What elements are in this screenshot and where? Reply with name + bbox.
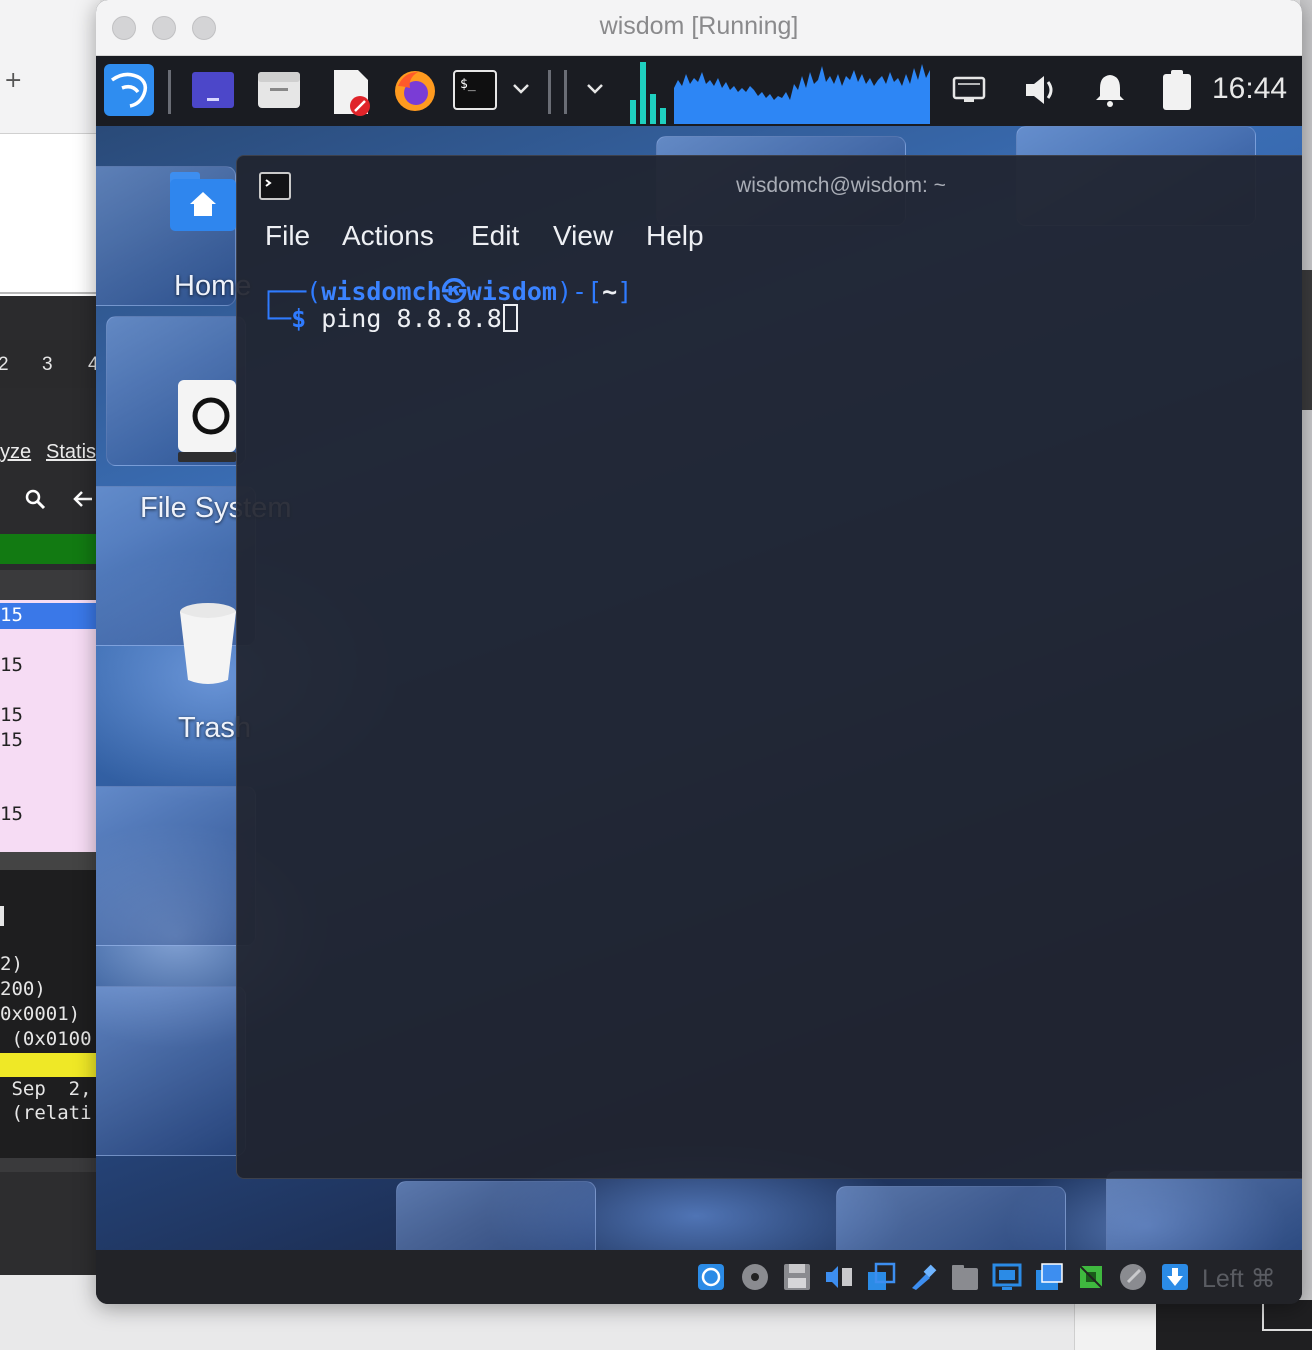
optical-disk-icon[interactable] — [740, 1262, 770, 1292]
wireshark-toolbar — [0, 478, 100, 520]
network-adapters-icon[interactable] — [866, 1262, 896, 1292]
file-manager-icon[interactable] — [256, 68, 302, 112]
wallpaper-key — [396, 1181, 596, 1250]
browser-tab-strip — [0, 0, 100, 134]
prompt-line-2[interactable]: └─$ ping 8.8.8.8 — [261, 304, 518, 333]
panel-separator — [564, 70, 567, 114]
prompt-line-1: ┌──(wisdomch㉿wisdom)-[~] — [261, 272, 632, 308]
text-cursor — [502, 304, 518, 332]
notification-bell-icon[interactable] — [1094, 72, 1126, 108]
prompt-frame: ] — [617, 277, 633, 306]
terminal-title: wisdomch@wisdom: ~ — [736, 174, 946, 197]
hard-disk-icon[interactable] — [696, 1262, 726, 1292]
detail-line: (0x0100 — [0, 1028, 92, 1050]
workspace-icon[interactable] — [190, 68, 236, 112]
display-filter-bar[interactable] — [0, 534, 100, 564]
cpu-icon[interactable] — [1076, 1262, 1106, 1292]
packet-bytes-pane — [0, 1158, 100, 1275]
home-folder-icon[interactable] — [168, 170, 238, 234]
packet-row[interactable]: 15 — [0, 654, 23, 676]
detail-line: 0x0001) — [0, 1003, 81, 1025]
kali-top-panel: $_ 16:44 — [96, 56, 1302, 126]
detail-line: 200) — [0, 978, 46, 1000]
virtualbox-vm-window[interactable]: wisdom [Running] Home File System Trash … — [96, 0, 1302, 1304]
svg-text:$_: $_ — [460, 77, 476, 92]
host-key-label: Left ⌘ — [1202, 1265, 1276, 1293]
prompt-host: wisdom — [466, 277, 557, 306]
screen: + 2 3 4 yze Statis 15 15 15 15 15 2) 200… — [0, 0, 1312, 1350]
menu-help[interactable]: Help — [646, 220, 704, 252]
usb-icon[interactable] — [908, 1262, 938, 1292]
wallpaper-key — [96, 986, 246, 1156]
tree-marker — [0, 906, 4, 926]
menu-statistics[interactable]: Statis — [46, 441, 96, 464]
prompt-frame: )-[ — [556, 277, 603, 306]
wallpaper-key — [1106, 1171, 1302, 1250]
panel-separator — [548, 70, 551, 114]
packet-list-header — [0, 570, 100, 600]
panel-clock[interactable]: 16:44 — [1212, 72, 1287, 106]
chevron-down-icon[interactable] — [586, 82, 604, 96]
terminal-icon[interactable]: $_ — [452, 68, 498, 112]
chevron-down-icon[interactable] — [512, 82, 530, 96]
text-editor-icon[interactable] — [328, 68, 374, 116]
drive-icon[interactable] — [176, 378, 238, 466]
detail-line: Sep 2, — [0, 1078, 92, 1100]
recording-icon[interactable] — [1034, 1262, 1064, 1292]
prompt-dollar: └─$ — [261, 304, 307, 333]
prompt-frame: ┌──( — [261, 277, 322, 306]
prompt-user: wisdomch — [321, 277, 442, 306]
workspace-tabs: 2 3 4 — [0, 340, 100, 388]
command-input[interactable]: ping 8.8.8.8 — [306, 304, 502, 333]
background-window-fragment — [1156, 1300, 1312, 1350]
floppy-icon[interactable] — [782, 1262, 812, 1292]
window-title: wisdom [Running] — [599, 12, 799, 40]
prompt-at: ㉿ — [441, 277, 467, 306]
new-tab-button[interactable]: + — [4, 68, 22, 93]
packet-row[interactable]: 15 — [0, 729, 23, 751]
clipboard-icon[interactable] — [1160, 68, 1194, 112]
workspace-tab[interactable]: 3 — [42, 354, 53, 376]
pane-divider[interactable] — [0, 852, 100, 870]
mouse-integration-icon[interactable] — [1118, 1262, 1148, 1292]
display-icon[interactable] — [992, 1262, 1022, 1292]
audio-icon[interactable] — [824, 1262, 854, 1292]
detail-line: (relati — [0, 1102, 92, 1124]
wallpaper-key — [96, 786, 256, 946]
terminal-window[interactable]: wisdomch@wisdom: ~ File Actions Edit Vie… — [236, 155, 1302, 1179]
menu-edit[interactable]: Edit — [471, 220, 519, 252]
menu-actions[interactable]: Actions — [342, 220, 434, 252]
workspace-tab[interactable]: 2 — [0, 354, 9, 376]
volume-icon[interactable] — [1022, 72, 1058, 108]
wallpaper-key — [836, 1186, 1066, 1250]
menu-analyze[interactable]: yze — [0, 441, 31, 464]
menu-file[interactable]: File — [265, 220, 310, 252]
firefox-icon[interactable] — [392, 68, 438, 114]
background-app-window[interactable]: + 2 3 4 yze Statis 15 15 15 15 15 2) 200… — [0, 0, 100, 1275]
virtualbox-statusbar: Left ⌘ — [96, 1250, 1302, 1304]
packet-row[interactable]: 15 — [0, 704, 23, 726]
network-icon[interactable] — [952, 72, 986, 106]
packet-row[interactable]: 15 — [0, 604, 23, 626]
panel-separator — [168, 70, 171, 114]
packet-row[interactable]: 15 — [0, 803, 23, 825]
back-arrow-icon[interactable] — [72, 488, 94, 510]
prompt-cwd: ~ — [602, 277, 618, 306]
background-window-fragment — [1074, 1300, 1156, 1350]
host-key-icon[interactable] — [1160, 1262, 1190, 1292]
kali-menu-icon[interactable] — [104, 64, 154, 116]
shared-folders-icon[interactable] — [950, 1262, 980, 1292]
window-titlebar[interactable]: wisdom [Running] — [96, 0, 1302, 56]
detail-line: 2) — [0, 953, 23, 975]
highlighted-detail — [0, 1053, 100, 1077]
wireshark-menubar: yze Statis — [0, 432, 100, 472]
background-content — [0, 134, 100, 294]
system-load-graph[interactable] — [626, 62, 936, 124]
search-icon[interactable] — [24, 488, 46, 510]
trash-icon[interactable] — [176, 600, 238, 688]
menu-view[interactable]: View — [553, 220, 613, 252]
